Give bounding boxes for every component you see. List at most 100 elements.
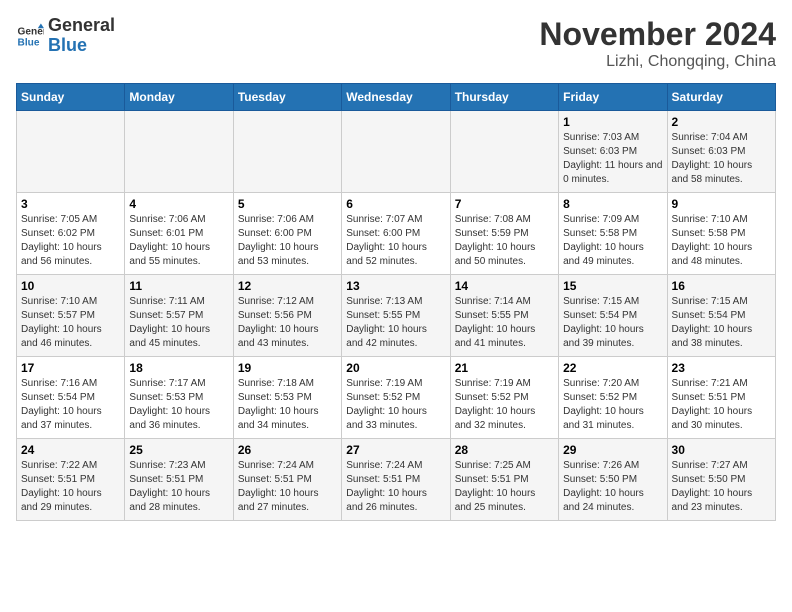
week-row-4: 17 Sunrise: 7:16 AMSunset: 5:54 PMDayligh… [17,357,776,439]
day-number: 23 [672,361,771,375]
day-number: 20 [346,361,445,375]
day-info: Sunrise: 7:08 AMSunset: 5:59 PMDaylight:… [455,213,554,269]
week-row-3: 10Sunrise: 7:10 AMSunset: 5:57 PMDayligh… [17,275,776,357]
day-info: Sunrise: 7:06 AMSunset: 6:00 PMDaylight:… [238,213,337,269]
day-number: 5 [238,197,337,211]
day-info: Sunrise: 7:27 AMSunset: 5:50 PMDaylight:… [672,459,771,515]
day-cell: 12 Sunrise: 7:12 AMSunset: 5:56 PMDayligh… [233,275,341,357]
day-cell: 18 Sunrise: 7:17 AMSunset: 5:53 PMDayligh… [125,357,233,439]
header-row: SundayMondayTuesdayWednesdayThursdayFrid… [17,84,776,111]
day-info: Sunrise: 7:22 AMSunset: 5:51 PMDaylight:… [21,459,120,515]
title-block: November 2024 Lizhi, Chongqing, China [539,16,776,71]
day-info: Sunrise: 7:15 AMSunset: 5:54 PMDaylight:… [563,295,662,351]
day-cell: 11 Sunrise: 7:11 AMSunset: 5:57 PMDayligh… [125,275,233,357]
page-header: General Blue General Blue November 2024 … [16,16,776,71]
day-number: 11 [129,279,228,293]
day-info: Sunrise: 7:18 AMSunset: 5:53 PMDaylight:… [238,377,337,433]
day-number: 7 [455,197,554,211]
logo-text: General Blue [48,16,115,56]
day-cell: 17 Sunrise: 7:16 AMSunset: 5:54 PMDayligh… [17,357,125,439]
day-cell [233,111,341,193]
day-info: Sunrise: 7:11 AMSunset: 5:57 PMDaylight:… [129,295,228,351]
day-number: 18 [129,361,228,375]
logo: General Blue General Blue [16,16,115,56]
day-cell: 9Sunrise: 7:10 AMSunset: 5:58 PMDaylight… [667,193,775,275]
day-cell: 15Sunrise: 7:15 AMSunset: 5:54 PMDayligh… [559,275,667,357]
day-info: Sunrise: 7:21 AMSunset: 5:51 PMDaylight:… [672,377,771,433]
day-info: Sunrise: 7:13 AMSunset: 5:55 PMDaylight:… [346,295,445,351]
day-cell: 24 Sunrise: 7:22 AMSunset: 5:51 PMDayligh… [17,439,125,521]
day-cell: 14Sunrise: 7:14 AMSunset: 5:55 PMDayligh… [450,275,558,357]
weekday-header-wednesday: Wednesday [342,84,450,111]
day-cell: 5 Sunrise: 7:06 AMSunset: 6:00 PMDaylight… [233,193,341,275]
day-number: 19 [238,361,337,375]
day-info: Sunrise: 7:03 AMSunset: 6:03 PMDaylight:… [563,131,662,187]
day-number: 22 [563,361,662,375]
day-cell: 10Sunrise: 7:10 AMSunset: 5:57 PMDayligh… [17,275,125,357]
day-cell: 16Sunrise: 7:15 AMSunset: 5:54 PMDayligh… [667,275,775,357]
day-info: Sunrise: 7:26 AMSunset: 5:50 PMDaylight:… [563,459,662,515]
weekday-header-thursday: Thursday [450,84,558,111]
day-info: Sunrise: 7:09 AMSunset: 5:58 PMDaylight:… [563,213,662,269]
day-cell: 27Sunrise: 7:24 AMSunset: 5:51 PMDayligh… [342,439,450,521]
weekday-header-sunday: Sunday [17,84,125,111]
logo-icon: General Blue [16,22,44,50]
day-cell: 7 Sunrise: 7:08 AMSunset: 5:59 PMDaylight… [450,193,558,275]
day-cell: 3 Sunrise: 7:05 AMSunset: 6:02 PMDaylight… [17,193,125,275]
day-cell [17,111,125,193]
location-subtitle: Lizhi, Chongqing, China [539,53,776,71]
day-info: Sunrise: 7:05 AMSunset: 6:02 PMDaylight:… [21,213,120,269]
day-cell: 25 Sunrise: 7:23 AMSunset: 5:51 PMDayligh… [125,439,233,521]
weekday-header-friday: Friday [559,84,667,111]
day-info: Sunrise: 7:24 AMSunset: 5:51 PMDaylight:… [238,459,337,515]
day-info: Sunrise: 7:19 AMSunset: 5:52 PMDaylight:… [455,377,554,433]
day-number: 12 [238,279,337,293]
day-cell: 13Sunrise: 7:13 AMSunset: 5:55 PMDayligh… [342,275,450,357]
day-number: 28 [455,443,554,457]
day-cell [125,111,233,193]
day-cell: 22 Sunrise: 7:20 AMSunset: 5:52 PMDayligh… [559,357,667,439]
day-cell [342,111,450,193]
day-cell: 6 Sunrise: 7:07 AMSunset: 6:00 PMDaylight… [342,193,450,275]
day-info: Sunrise: 7:10 AMSunset: 5:57 PMDaylight:… [21,295,120,351]
day-info: Sunrise: 7:20 AMSunset: 5:52 PMDaylight:… [563,377,662,433]
day-number: 6 [346,197,445,211]
day-number: 29 [563,443,662,457]
day-cell: 1 Sunrise: 7:03 AMSunset: 6:03 PMDaylight… [559,111,667,193]
weekday-header-saturday: Saturday [667,84,775,111]
day-cell: 28Sunrise: 7:25 AMSunset: 5:51 PMDayligh… [450,439,558,521]
day-number: 3 [21,197,120,211]
day-number: 1 [563,115,662,129]
calendar-table: SundayMondayTuesdayWednesdayThursdayFrid… [16,83,776,521]
day-number: 17 [21,361,120,375]
day-info: Sunrise: 7:06 AMSunset: 6:01 PMDaylight:… [129,213,228,269]
day-info: Sunrise: 7:17 AMSunset: 5:53 PMDaylight:… [129,377,228,433]
day-cell: 8Sunrise: 7:09 AMSunset: 5:58 PMDaylight… [559,193,667,275]
week-row-5: 24 Sunrise: 7:22 AMSunset: 5:51 PMDayligh… [17,439,776,521]
day-info: Sunrise: 7:07 AMSunset: 6:00 PMDaylight:… [346,213,445,269]
day-info: Sunrise: 7:16 AMSunset: 5:54 PMDaylight:… [21,377,120,433]
day-number: 14 [455,279,554,293]
day-number: 26 [238,443,337,457]
day-info: Sunrise: 7:23 AMSunset: 5:51 PMDaylight:… [129,459,228,515]
day-cell: 20 Sunrise: 7:19 AMSunset: 5:52 PMDayligh… [342,357,450,439]
day-cell: 19 Sunrise: 7:18 AMSunset: 5:53 PMDayligh… [233,357,341,439]
day-cell: 23 Sunrise: 7:21 AMSunset: 5:51 PMDayligh… [667,357,775,439]
day-cell: 29 Sunrise: 7:26 AMSunset: 5:50 PMDayligh… [559,439,667,521]
day-info: Sunrise: 7:24 AMSunset: 5:51 PMDaylight:… [346,459,445,515]
day-number: 30 [672,443,771,457]
day-cell [450,111,558,193]
day-number: 2 [672,115,771,129]
day-cell: 4Sunrise: 7:06 AMSunset: 6:01 PMDaylight… [125,193,233,275]
weekday-header-tuesday: Tuesday [233,84,341,111]
day-info: Sunrise: 7:12 AMSunset: 5:56 PMDaylight:… [238,295,337,351]
day-number: 24 [21,443,120,457]
day-info: Sunrise: 7:19 AMSunset: 5:52 PMDaylight:… [346,377,445,433]
week-row-1: 1 Sunrise: 7:03 AMSunset: 6:03 PMDaylight… [17,111,776,193]
day-info: Sunrise: 7:10 AMSunset: 5:58 PMDaylight:… [672,213,771,269]
day-cell: 21Sunrise: 7:19 AMSunset: 5:52 PMDayligh… [450,357,558,439]
day-number: 25 [129,443,228,457]
day-cell: 26 Sunrise: 7:24 AMSunset: 5:51 PMDayligh… [233,439,341,521]
day-number: 16 [672,279,771,293]
day-cell: 30 Sunrise: 7:27 AMSunset: 5:50 PMDayligh… [667,439,775,521]
